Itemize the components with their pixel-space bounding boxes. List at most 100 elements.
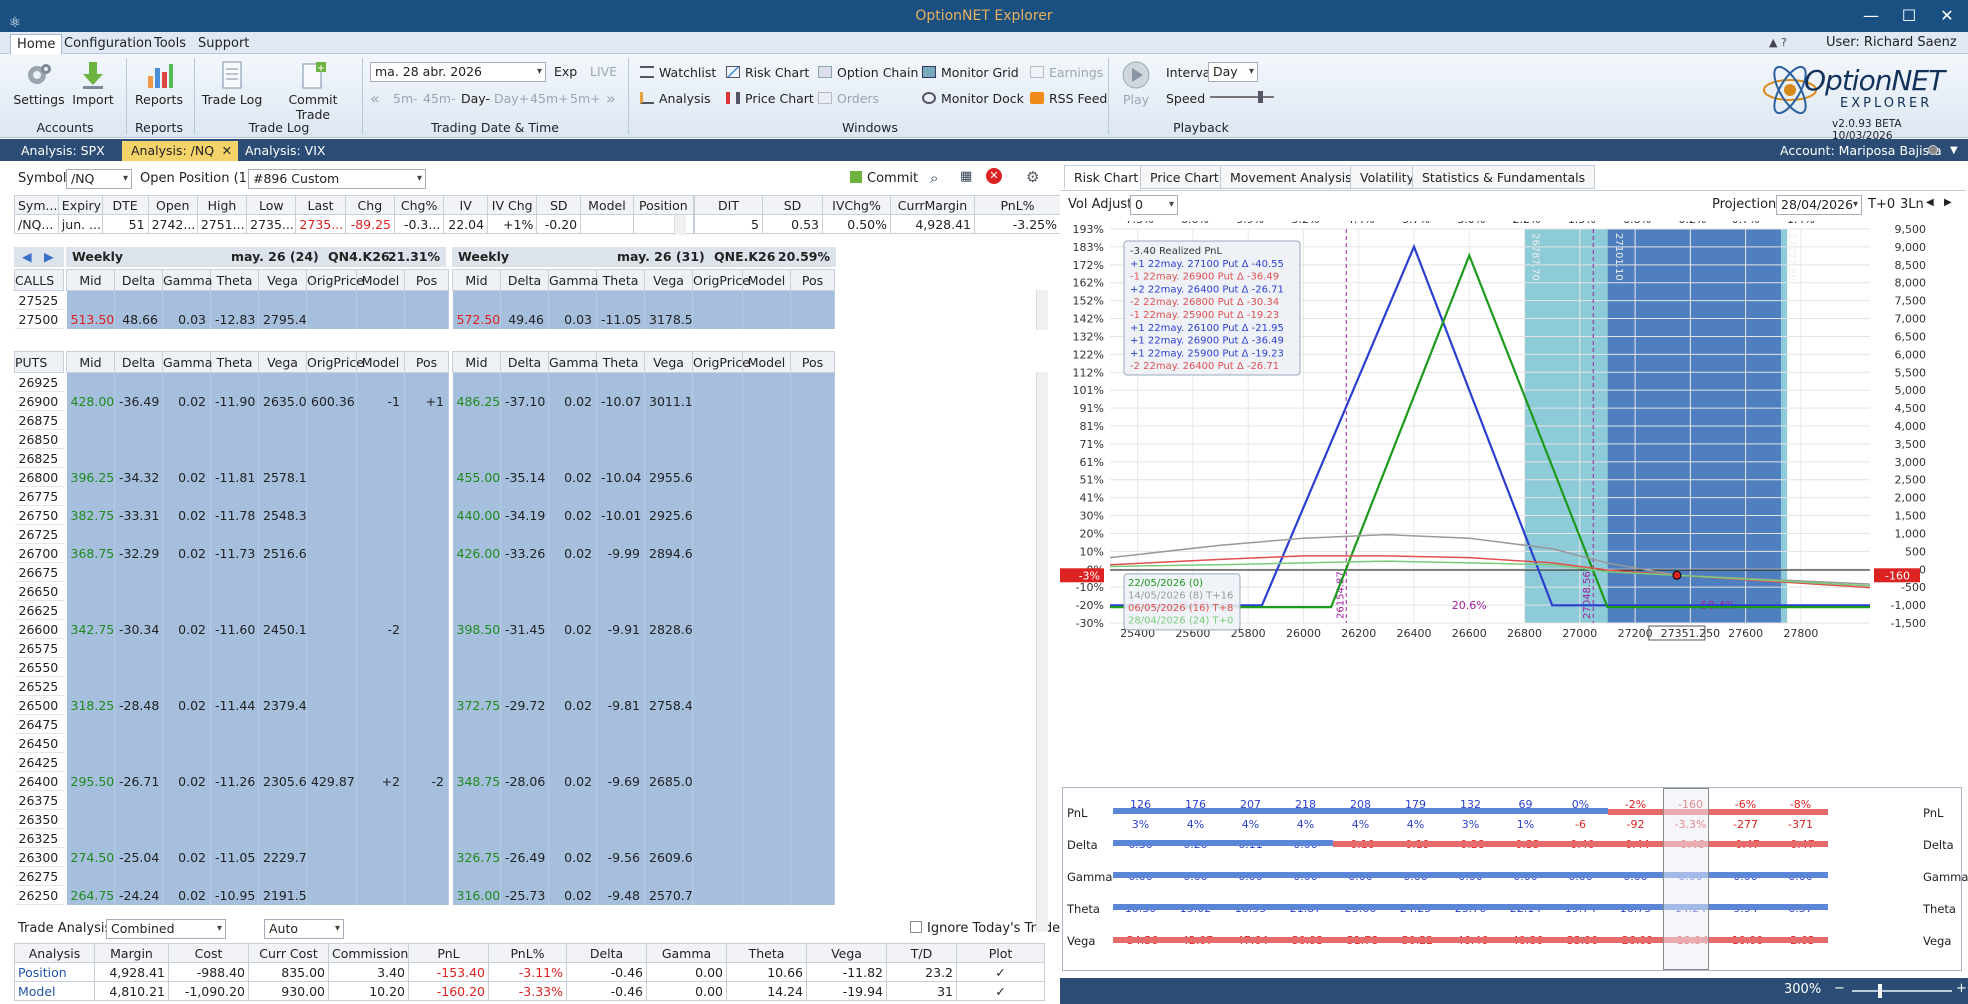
option-row[interactable]: 342.75-30.340.02-11.602450.16 -2 bbox=[66, 619, 449, 639]
speed-slider[interactable] bbox=[1206, 90, 1278, 104]
option-row[interactable] bbox=[66, 448, 449, 468]
tab-statistics[interactable]: Statistics & Fundamentals bbox=[1412, 165, 1596, 189]
step-forward-icon[interactable]: » bbox=[606, 89, 616, 108]
commit-trade-button[interactable]: + Commit Trade bbox=[270, 60, 356, 122]
strike-row[interactable]: 26300 bbox=[14, 847, 64, 867]
proj-next-icon[interactable]: ▶ bbox=[1944, 197, 1952, 208]
option-row[interactable] bbox=[452, 790, 835, 810]
option-row[interactable] bbox=[452, 448, 835, 468]
menu-tab-support[interactable]: Support bbox=[192, 34, 255, 54]
monitor-grid-button[interactable]: Monitor Grid bbox=[922, 65, 1019, 80]
projection-date-select[interactable]: 28/04/2026 bbox=[1776, 195, 1862, 215]
option-row[interactable] bbox=[452, 752, 835, 772]
strike-row[interactable]: 26750 bbox=[14, 505, 64, 525]
option-row[interactable] bbox=[66, 714, 449, 734]
risk-chart-button[interactable]: Risk Chart bbox=[726, 65, 809, 80]
zoom-in-button[interactable]: + bbox=[1956, 981, 1967, 996]
strike-row[interactable]: 26450 bbox=[14, 733, 64, 753]
option-row[interactable]: 396.25-34.320.02-11.812578.17 bbox=[66, 467, 449, 487]
option-row[interactable]: 348.75-28.060.02-9.692685.05 bbox=[452, 771, 835, 791]
option-row[interactable] bbox=[66, 562, 449, 582]
tab-risk-chart[interactable]: Risk Chart bbox=[1064, 165, 1149, 189]
strike-row[interactable]: 26350 bbox=[14, 809, 64, 829]
option-row[interactable] bbox=[452, 410, 835, 430]
search-icon[interactable]: ⌕ bbox=[930, 169, 938, 187]
option-chain-button[interactable]: Option Chain bbox=[818, 65, 918, 80]
tab-analysis-spx[interactable]: Analysis: SPX bbox=[12, 141, 114, 161]
strike-row[interactable]: 26400 bbox=[14, 771, 64, 791]
option-row[interactable] bbox=[452, 290, 835, 310]
quote-spinner[interactable] bbox=[674, 215, 686, 235]
menu-tab-tools[interactable]: Tools bbox=[148, 34, 192, 54]
delete-icon[interactable]: ✕ bbox=[986, 168, 1002, 184]
menu-tab-configuration[interactable]: Configuration bbox=[58, 34, 158, 54]
plot-checkbox[interactable]: ✓ bbox=[956, 962, 1045, 982]
strike-row[interactable]: 26700 bbox=[14, 543, 64, 563]
account-menu-icon[interactable]: ▼ bbox=[1950, 141, 1958, 161]
strike-row[interactable]: 26525 bbox=[14, 676, 64, 696]
option-row[interactable]: 426.00-33.260.02-9.992894.68 bbox=[452, 543, 835, 563]
option-row[interactable] bbox=[66, 752, 449, 772]
trade-analysis-row-position[interactable]: Position 4,928.41 -988.40 835.00 3.40 -153.40… bbox=[14, 962, 1045, 982]
strike-row[interactable]: 26375 bbox=[14, 790, 64, 810]
strike-row[interactable]: 26425 bbox=[14, 752, 64, 772]
option-row[interactable] bbox=[452, 372, 835, 392]
menu-tab-home[interactable]: Home bbox=[10, 34, 63, 54]
option-row[interactable]: 428.00-36.490.02-11.902635.05600.36-1+1 bbox=[66, 391, 449, 411]
close-button[interactable]: ✕ bbox=[1928, 0, 1966, 32]
settings-gear-icon[interactable]: ⚙ bbox=[1026, 168, 1039, 186]
option-row[interactable] bbox=[66, 486, 449, 506]
live-button[interactable]: LIVE bbox=[590, 64, 617, 79]
option-row[interactable] bbox=[452, 809, 835, 829]
position-select[interactable]: #896 Custom bbox=[248, 169, 426, 189]
step-5m-back[interactable]: 5m- bbox=[393, 91, 418, 106]
option-row[interactable]: 368.75-32.290.02-11.732516.66 bbox=[66, 543, 449, 563]
play-button[interactable]: Play bbox=[1114, 60, 1158, 107]
help-icon[interactable]: ▲ ? bbox=[1769, 36, 1787, 49]
option-row[interactable] bbox=[452, 866, 835, 886]
strike-row[interactable]: 26625 bbox=[14, 600, 64, 620]
zoom-slider[interactable] bbox=[1852, 990, 1952, 992]
strike-row[interactable]: 26900 bbox=[14, 391, 64, 411]
settings-button[interactable]: Settings bbox=[12, 60, 66, 107]
trade-log-button[interactable]: Trade Log bbox=[200, 60, 264, 107]
earnings-button[interactable]: Earnings bbox=[1030, 65, 1103, 80]
zoom-thumb[interactable] bbox=[1878, 984, 1882, 998]
option-row[interactable] bbox=[66, 866, 449, 886]
trade-analysis-row-model[interactable]: Model 4,810.21 -1,090.20 930.00 10.20 -160.20… bbox=[14, 981, 1045, 1001]
strike-row[interactable]: 26875 bbox=[14, 410, 64, 430]
step-day-forward[interactable]: Day+ bbox=[494, 91, 529, 106]
watchlist-button[interactable]: Watchlist bbox=[640, 65, 716, 80]
strike-row[interactable]: 26325 bbox=[14, 828, 64, 848]
option-row[interactable] bbox=[452, 429, 835, 449]
tab-analysis-vix[interactable]: Analysis: VIX bbox=[236, 141, 335, 161]
reports-button[interactable]: Reports bbox=[132, 60, 186, 107]
option-row[interactable] bbox=[452, 676, 835, 696]
speed-thumb[interactable] bbox=[1258, 91, 1263, 103]
step-day-back[interactable]: Day- bbox=[461, 91, 490, 106]
option-row[interactable] bbox=[66, 429, 449, 449]
step-back-icon[interactable]: « bbox=[370, 89, 380, 108]
prev-expiry-icon[interactable]: ◀ bbox=[22, 249, 32, 264]
option-row[interactable]: 398.50-31.450.02-9.912828.64 bbox=[452, 619, 835, 639]
grid-view-icon[interactable]: ▦ bbox=[960, 169, 972, 184]
step-5m-forward[interactable]: 5m+ bbox=[570, 91, 601, 106]
tab-movement-analysis[interactable]: Movement Analysis bbox=[1220, 165, 1362, 189]
monitor-dock-button[interactable]: Monitor Dock bbox=[922, 91, 1024, 106]
option-row[interactable]: 455.00-35.140.02-10.042955.64 bbox=[452, 467, 835, 487]
option-row[interactable] bbox=[66, 809, 449, 829]
strike-row[interactable]: 26850 bbox=[14, 429, 64, 449]
option-row[interactable] bbox=[452, 524, 835, 544]
tab-analysis-nq[interactable]: Analysis: /NQ ✕ bbox=[122, 141, 239, 161]
zoom-out-button[interactable]: − bbox=[1834, 981, 1845, 996]
option-row[interactable]: 316.00-25.730.02-9.482570.72 bbox=[452, 885, 835, 905]
risk-chart[interactable]: 193% 183% 172% 162% 152% 142% 132% 122% 112% 101%… bbox=[1060, 221, 1966, 717]
option-row[interactable] bbox=[66, 372, 449, 392]
strike-row[interactable]: 26600 bbox=[14, 619, 64, 639]
strike-row[interactable]: 26775 bbox=[14, 486, 64, 506]
interval-select[interactable]: Day bbox=[1208, 62, 1258, 82]
strike-row[interactable]: 26675 bbox=[14, 562, 64, 582]
option-row[interactable]: 513.5048.660.03-12.832795.42 bbox=[66, 309, 449, 329]
option-row[interactable] bbox=[66, 676, 449, 696]
option-row[interactable] bbox=[66, 828, 449, 848]
